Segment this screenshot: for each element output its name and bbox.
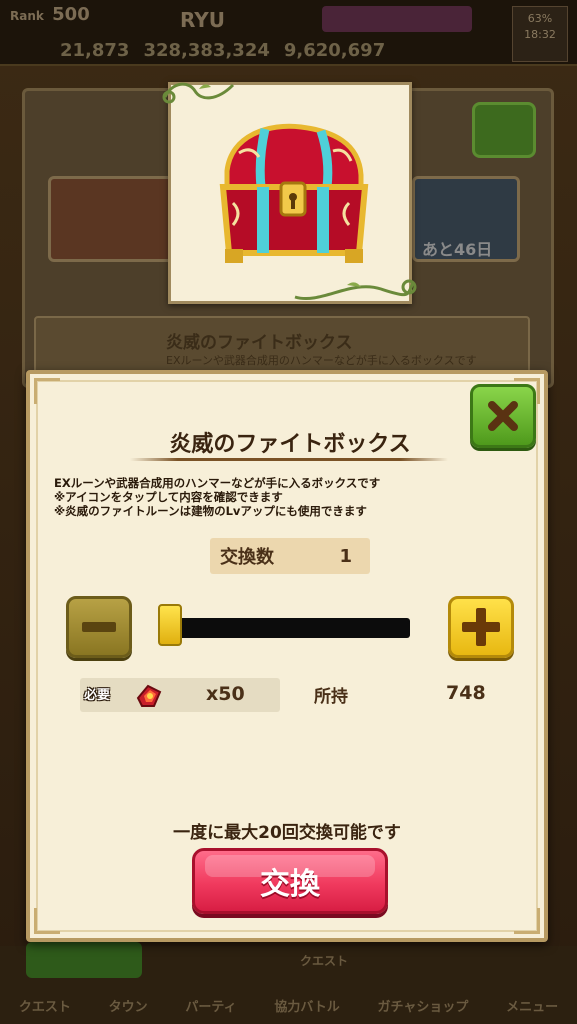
decrease-button[interactable] (66, 596, 132, 658)
rank-indicator: Rank 500 (10, 4, 90, 25)
exchange-count-display: 交換数 1 (210, 538, 370, 574)
required-label: 必要 (84, 688, 111, 703)
fight-rune-icon (136, 684, 162, 707)
nav-item-gacha-shop: ガチャショップ (377, 1000, 469, 1015)
shop-item-title: 炎威のファイトボックス (166, 333, 353, 353)
remaining-days: あと46日 (422, 240, 493, 259)
title-divider (130, 458, 448, 461)
nav-item-coop: 協力バトル (274, 1000, 340, 1015)
exchange-dialog: 炎威のファイトボックス EXルーンや武器合成用のハンマーなどが手に入るボックスで… (26, 370, 548, 942)
currency-row: 21,873 328,383,324 9,620,697 (60, 40, 480, 62)
close-button[interactable] (470, 384, 536, 448)
corner-ornament (34, 378, 60, 404)
gem-count: 21,873 (60, 40, 130, 61)
required-cost: 必要 x50 (80, 678, 280, 712)
plus-icon (462, 608, 500, 646)
item-preview-card[interactable] (162, 82, 417, 304)
treasure-chest-icon (219, 123, 369, 263)
event-thumbnail-left (48, 176, 178, 262)
close-icon (488, 401, 518, 431)
dialog-title: 炎威のファイトボックス (169, 432, 411, 457)
corner-ornament (514, 908, 540, 934)
increase-button[interactable] (448, 596, 514, 658)
exchange-limit-note: 一度に最大20回交換可能です (173, 823, 401, 843)
nav-item-town: タウン (108, 1000, 148, 1015)
player-name: RYU (180, 8, 226, 32)
corner-ornament (34, 908, 60, 934)
status-bar: Rank 500 RYU 63% 18:32 21,873 328,383,32… (0, 0, 577, 66)
quantity-slider-handle[interactable] (158, 604, 182, 646)
exchange-button-label: 交換 (260, 867, 320, 902)
nav-sub-label: クエスト (300, 954, 349, 968)
nav-item-party: パーティ (185, 1000, 237, 1015)
gold-count: 328,383,324 (143, 40, 270, 61)
nav-labels: クエスト タウン パーティ 協力バトル ガチャショップ メニュー (0, 996, 577, 1015)
background-close-button (472, 102, 536, 158)
exchange-count-value: 1 (339, 545, 352, 567)
owned-value: 748 (446, 682, 486, 704)
required-amount: x50 (206, 683, 245, 705)
item-description: EXルーンや武器合成用のハンマーなどが手に入るボックスです ※アイコンをタップし… (54, 476, 524, 518)
medal-count: 9,620,697 (283, 40, 386, 61)
nav-item-menu: メニュー (506, 1000, 559, 1015)
nav-highlight (26, 942, 142, 978)
description-line: ※炎威のファイトルーンは建物のLvアップにも使用できます (54, 504, 367, 518)
nav-item-quest: クエスト (18, 1000, 71, 1015)
vine-decoration-icon (294, 279, 417, 300)
vine-decoration-icon (162, 82, 235, 104)
exchange-count-label: 交換数 (220, 547, 274, 568)
owned-label: 所持 (314, 687, 348, 707)
description-line: EXルーンや武器合成用のハンマーなどが手に入るボックスです (54, 476, 381, 490)
event-banner[interactable] (322, 6, 472, 32)
quantity-slider-track[interactable] (160, 618, 410, 638)
description-line: ※アイコンをタップして内容を確認できます (54, 490, 283, 504)
exchange-button[interactable]: 交換 (192, 848, 388, 914)
minus-icon (82, 622, 116, 632)
battery-clock: 63% 18:32 (512, 6, 568, 62)
shop-item-desc: EXルーンや武器合成用のハンマーなどが手に入るボックスです (166, 354, 477, 367)
